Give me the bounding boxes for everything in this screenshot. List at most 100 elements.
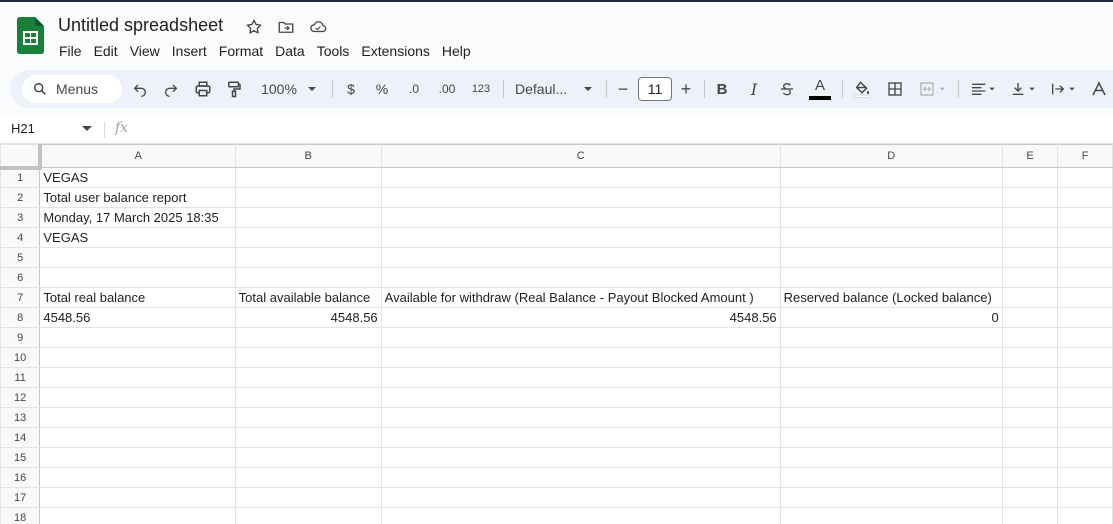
cell-e5[interactable] bbox=[1001, 247, 1059, 268]
cell-d1[interactable] bbox=[779, 167, 1003, 188]
sheets-logo-icon[interactable] bbox=[17, 17, 44, 54]
cell-b6[interactable] bbox=[234, 267, 382, 288]
cell-a10[interactable] bbox=[39, 347, 236, 368]
paint-format-button[interactable] bbox=[224, 78, 244, 100]
cell-b2[interactable] bbox=[234, 187, 382, 208]
column-header-d[interactable]: D bbox=[779, 144, 1003, 168]
cell-b1[interactable] bbox=[234, 167, 382, 188]
cell-f4[interactable] bbox=[1057, 227, 1113, 248]
cell-b5[interactable] bbox=[234, 247, 382, 268]
menu-data[interactable]: Data bbox=[269, 42, 311, 60]
more-formats-button[interactable]: 123 bbox=[469, 78, 493, 100]
cell-f13[interactable] bbox=[1057, 407, 1113, 428]
cell-b14[interactable] bbox=[234, 427, 382, 448]
cell-e11[interactable] bbox=[1001, 367, 1059, 388]
cell-d3[interactable] bbox=[779, 207, 1003, 228]
cell-c18[interactable] bbox=[380, 507, 781, 524]
column-header-c[interactable]: C bbox=[380, 144, 781, 168]
cell-d6[interactable] bbox=[779, 267, 1003, 288]
cell-e8[interactable] bbox=[1001, 307, 1059, 328]
cell-c11[interactable] bbox=[380, 367, 781, 388]
cell-b13[interactable] bbox=[234, 407, 382, 428]
name-box[interactable]: H21 bbox=[11, 121, 35, 136]
bold-button[interactable]: B bbox=[715, 78, 729, 100]
row-header-8[interactable]: 8 bbox=[0, 307, 41, 328]
cell-d7[interactable]: Reserved balance (Locked balance) bbox=[779, 287, 1003, 308]
zoom-dropdown-icon[interactable] bbox=[306, 78, 318, 100]
font-dropdown-icon[interactable] bbox=[582, 78, 594, 100]
menus-search-button[interactable]: Menus bbox=[22, 75, 122, 103]
cell-c4[interactable] bbox=[380, 227, 781, 248]
cell-e6[interactable] bbox=[1001, 267, 1059, 288]
currency-format-button[interactable]: $ bbox=[344, 78, 358, 100]
cell-c16[interactable] bbox=[380, 467, 781, 488]
row-header-14[interactable]: 14 bbox=[0, 427, 41, 448]
cell-e13[interactable] bbox=[1001, 407, 1059, 428]
percent-format-button[interactable]: % bbox=[374, 78, 390, 100]
strikethrough-button[interactable] bbox=[778, 78, 796, 100]
cell-e10[interactable] bbox=[1001, 347, 1059, 368]
cell-d13[interactable] bbox=[779, 407, 1003, 428]
cell-c7[interactable]: Available for withdraw (Real Balance - P… bbox=[380, 287, 781, 308]
row-header-11[interactable]: 11 bbox=[0, 367, 41, 388]
cell-b8[interactable]: 4548.56 bbox=[234, 307, 382, 328]
cell-e16[interactable] bbox=[1001, 467, 1059, 488]
cell-c6[interactable] bbox=[380, 267, 781, 288]
row-header-16[interactable]: 16 bbox=[0, 467, 41, 488]
cell-f10[interactable] bbox=[1057, 347, 1113, 368]
vertical-align-button[interactable] bbox=[1008, 78, 1040, 100]
cell-f17[interactable] bbox=[1057, 487, 1113, 508]
row-header-9[interactable]: 9 bbox=[0, 327, 41, 348]
cell-c14[interactable] bbox=[380, 427, 781, 448]
menu-file[interactable]: File bbox=[59, 42, 88, 60]
cell-a3[interactable]: Monday, 17 March 2025 18:35 bbox=[39, 207, 236, 228]
decrease-font-size-button[interactable]: − bbox=[616, 78, 630, 100]
move-to-folder-icon[interactable] bbox=[275, 16, 297, 38]
undo-button[interactable] bbox=[130, 78, 150, 100]
row-header-2[interactable]: 2 bbox=[0, 187, 41, 208]
cell-f3[interactable] bbox=[1057, 207, 1113, 228]
cell-e2[interactable] bbox=[1001, 187, 1059, 208]
cell-c3[interactable] bbox=[380, 207, 781, 228]
cell-e9[interactable] bbox=[1001, 327, 1059, 348]
row-header-12[interactable]: 12 bbox=[0, 387, 41, 408]
font-family-select[interactable]: Defaul... bbox=[515, 78, 575, 100]
cell-b18[interactable] bbox=[234, 507, 382, 524]
cell-f5[interactable] bbox=[1057, 247, 1113, 268]
cell-f2[interactable] bbox=[1057, 187, 1113, 208]
cell-e1[interactable] bbox=[1001, 167, 1059, 188]
cell-e7[interactable] bbox=[1001, 287, 1059, 308]
cell-e12[interactable] bbox=[1001, 387, 1059, 408]
cell-a17[interactable] bbox=[39, 487, 236, 508]
cell-a7[interactable]: Total real balance bbox=[39, 287, 236, 308]
row-header-1[interactable]: 1 bbox=[0, 167, 41, 188]
cell-b15[interactable] bbox=[234, 447, 382, 468]
print-button[interactable] bbox=[193, 78, 213, 100]
cell-b12[interactable] bbox=[234, 387, 382, 408]
text-wrapping-button[interactable] bbox=[1048, 78, 1080, 100]
cell-f12[interactable] bbox=[1057, 387, 1113, 408]
cell-a2[interactable]: Total user balance report bbox=[39, 187, 236, 208]
cell-a18[interactable] bbox=[39, 507, 236, 524]
cell-e3[interactable] bbox=[1001, 207, 1059, 228]
star-icon[interactable] bbox=[243, 16, 265, 38]
name-box-dropdown-icon[interactable] bbox=[82, 126, 92, 132]
text-color-button[interactable]: A bbox=[808, 78, 832, 100]
cell-c9[interactable] bbox=[380, 327, 781, 348]
zoom-value[interactable]: 100% bbox=[259, 78, 299, 100]
cell-b16[interactable] bbox=[234, 467, 382, 488]
cell-b17[interactable] bbox=[234, 487, 382, 508]
cell-a14[interactable] bbox=[39, 427, 236, 448]
column-header-a[interactable]: A bbox=[39, 144, 236, 168]
text-rotation-button[interactable] bbox=[1088, 78, 1110, 100]
cell-c2[interactable] bbox=[380, 187, 781, 208]
cell-a5[interactable] bbox=[39, 247, 236, 268]
cell-f14[interactable] bbox=[1057, 427, 1113, 448]
cell-d12[interactable] bbox=[779, 387, 1003, 408]
cell-b9[interactable] bbox=[234, 327, 382, 348]
cell-c8[interactable]: 4548.56 bbox=[380, 307, 781, 328]
cell-e18[interactable] bbox=[1001, 507, 1059, 524]
fill-color-button[interactable] bbox=[852, 78, 872, 100]
cell-b10[interactable] bbox=[234, 347, 382, 368]
redo-button[interactable] bbox=[161, 78, 181, 100]
